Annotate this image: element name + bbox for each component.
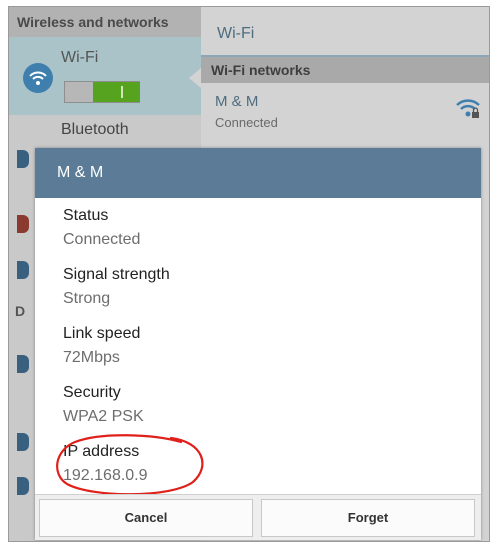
wifi-lock-icon <box>456 99 480 118</box>
signal-strength-field: Signal strength Strong <box>63 265 170 309</box>
settings-item-icon <box>17 433 29 451</box>
toggle-on-indicator <box>93 82 140 102</box>
field-value: WPA2 PSK <box>63 408 144 425</box>
field-label: Signal strength <box>63 266 170 283</box>
wifi-icon <box>23 63 53 93</box>
section-header: Wireless and networks <box>9 7 201 37</box>
field-label: Security <box>63 384 121 401</box>
security-field: Security WPA2 PSK <box>63 383 144 427</box>
cancel-button[interactable]: Cancel <box>39 499 253 537</box>
field-value: Strong <box>63 290 111 307</box>
networks-header: Wi-Fi networks <box>201 57 489 83</box>
field-value: 72Mbps <box>63 349 120 366</box>
ip-address-field: IP address 192.168.0.9 <box>56 434 204 496</box>
bluetooth-icon <box>17 150 29 168</box>
dialog-title: M & M <box>35 148 481 198</box>
wifi-item-label: Wi-Fi <box>61 49 99 66</box>
network-details-dialog: M & M Status Connected Signal strength S… <box>35 148 481 540</box>
wifi-panel-title: Wi-Fi <box>217 25 255 42</box>
settings-item-bluetooth[interactable]: Bluetooth <box>61 121 129 139</box>
settings-item-icon <box>17 355 29 373</box>
link-speed-field: Link speed 72Mbps <box>63 324 140 368</box>
network-status: Connected <box>215 115 278 130</box>
field-value: 192.168.0.9 <box>63 467 148 484</box>
settings-item-icon <box>17 477 29 495</box>
settings-item-icon <box>17 215 29 233</box>
settings-item-icon <box>17 261 29 279</box>
field-label: IP address <box>63 443 140 460</box>
field-label: Status <box>63 207 109 224</box>
network-name[interactable]: M & M <box>215 93 258 110</box>
status-field: Status Connected <box>63 206 140 250</box>
dialog-button-bar: Cancel Forget <box>35 494 481 540</box>
wifi-toggle[interactable] <box>64 81 140 103</box>
selection-pointer <box>189 68 201 88</box>
toggle-knob <box>121 86 123 98</box>
field-label: Link speed <box>63 325 141 342</box>
settings-item-wifi[interactable]: Wi-Fi <box>9 37 201 115</box>
section-header-partial: D <box>15 303 26 319</box>
field-value: Connected <box>63 231 141 248</box>
screenshot-frame: Wireless and networks Wi-Fi Bluetooth D <box>8 6 490 542</box>
forget-button[interactable]: Forget <box>261 499 475 537</box>
